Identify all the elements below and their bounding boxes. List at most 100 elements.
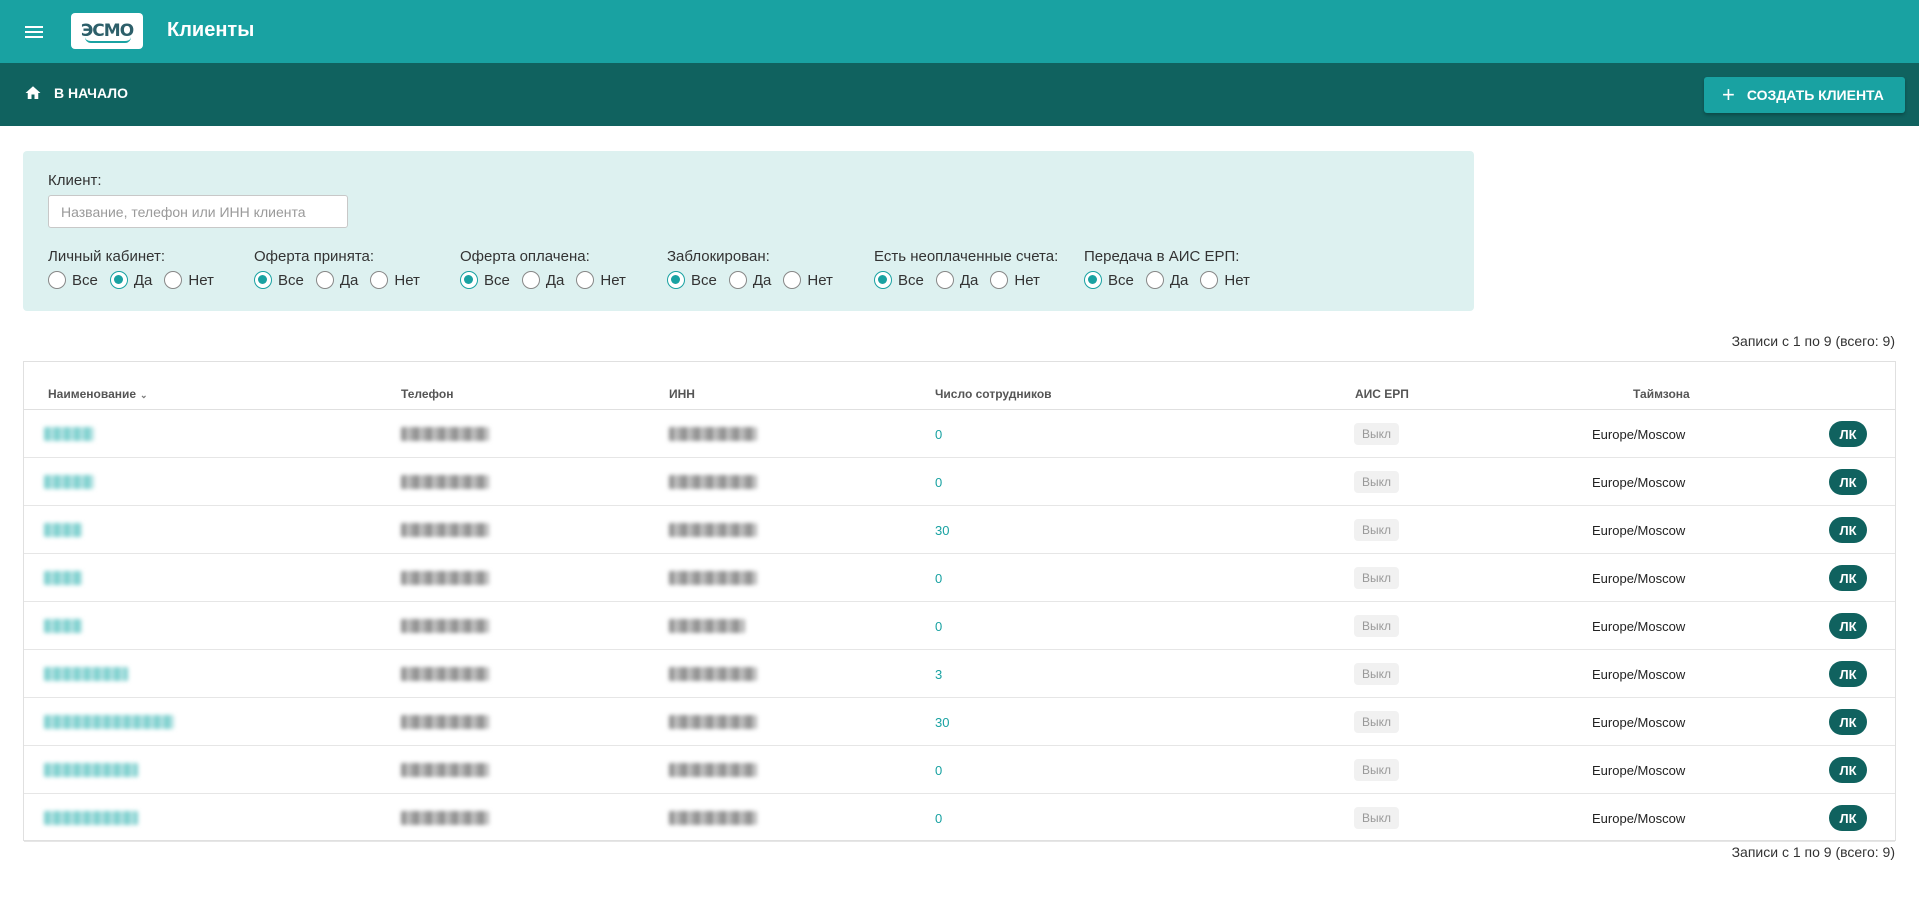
employees-count[interactable]: 0 bbox=[935, 458, 942, 506]
radio-circle[interactable] bbox=[164, 271, 183, 289]
phone-cell bbox=[401, 746, 489, 794]
radio-circle[interactable] bbox=[576, 271, 595, 289]
radio-option[interactable]: Все bbox=[874, 271, 924, 289]
radio-option[interactable]: Да bbox=[521, 271, 564, 289]
radio-option[interactable]: Да bbox=[315, 271, 358, 289]
radio-circle[interactable] bbox=[109, 271, 128, 289]
radio-option[interactable]: Все bbox=[48, 271, 98, 289]
radio-option[interactable]: Да bbox=[728, 271, 771, 289]
client-name-cell[interactable] bbox=[44, 506, 82, 554]
radio-option[interactable]: Да bbox=[109, 271, 152, 289]
logo-swoosh bbox=[85, 37, 131, 43]
lk-button[interactable]: ЛК bbox=[1829, 469, 1867, 495]
radio-circle[interactable] bbox=[370, 271, 389, 289]
table-row[interactable]: 0 Выкл Europe/Moscow ЛК bbox=[24, 746, 1895, 794]
employees-count[interactable]: 0 bbox=[935, 794, 942, 842]
radio-circle[interactable] bbox=[728, 271, 747, 289]
lk-button[interactable]: ЛК bbox=[1829, 565, 1867, 591]
create-client-button[interactable]: + СОЗДАТЬ КЛИЕНТА bbox=[1704, 77, 1905, 113]
sort-down-icon[interactable]: ⌄ bbox=[140, 390, 148, 401]
lk-button[interactable]: ЛК bbox=[1829, 805, 1867, 831]
client-name-cell[interactable] bbox=[44, 410, 94, 458]
radio-option[interactable]: Нет bbox=[370, 271, 420, 289]
app-bar: ЭСМО Клиенты bbox=[0, 0, 1919, 63]
radio-group-3: Заблокирован: Все Да Нет bbox=[667, 248, 845, 289]
timezone-cell: Europe/Moscow bbox=[1592, 570, 1686, 586]
radio-circle[interactable] bbox=[460, 271, 478, 289]
radio-circle[interactable] bbox=[521, 271, 540, 289]
menu-icon[interactable] bbox=[22, 20, 46, 44]
client-name-cell[interactable] bbox=[44, 554, 82, 602]
redacted-client-name[interactable] bbox=[44, 811, 138, 825]
radio-option[interactable]: Все bbox=[460, 271, 510, 289]
redacted-client-name[interactable] bbox=[44, 523, 82, 537]
table-row[interactable]: 30 Выкл Europe/Moscow ЛК bbox=[24, 506, 1895, 554]
table-row[interactable]: 30 Выкл Europe/Moscow ЛК bbox=[24, 698, 1895, 746]
radio-option[interactable]: Нет bbox=[783, 271, 833, 289]
employees-count[interactable]: 30 bbox=[935, 698, 949, 746]
employees-count[interactable]: 30 bbox=[935, 506, 949, 554]
radio-circle[interactable] bbox=[874, 271, 892, 289]
radio-option[interactable]: Нет bbox=[990, 271, 1040, 289]
client-name-cell[interactable] bbox=[44, 650, 128, 698]
radio-circle[interactable] bbox=[48, 271, 66, 289]
radio-option[interactable]: Все bbox=[667, 271, 717, 289]
client-name-cell[interactable] bbox=[44, 602, 82, 650]
client-name-cell[interactable] bbox=[44, 698, 174, 746]
client-name-cell[interactable] bbox=[44, 746, 138, 794]
radio-circle[interactable] bbox=[315, 271, 334, 289]
radio-option[interactable]: Все bbox=[1084, 271, 1134, 289]
table-row[interactable]: 0 Выкл Europe/Moscow ЛК bbox=[24, 602, 1895, 650]
redacted-client-name[interactable] bbox=[44, 571, 82, 585]
redacted-client-name[interactable] bbox=[44, 667, 128, 681]
table-row[interactable]: 0 Выкл Europe/Moscow ЛК bbox=[24, 554, 1895, 602]
employees-count[interactable]: 0 bbox=[935, 746, 942, 794]
radio-circle[interactable] bbox=[783, 271, 802, 289]
employees-count[interactable]: 0 bbox=[935, 602, 942, 650]
employees-count[interactable]: 0 bbox=[935, 554, 942, 602]
clients-table: Наименование ⌄ Телефон ИНН Число сотрудни… bbox=[23, 361, 1896, 842]
employees-count[interactable]: 0 bbox=[935, 410, 942, 458]
redacted-client-name[interactable] bbox=[44, 427, 94, 441]
table-row[interactable]: 0 Выкл Europe/Moscow ЛК bbox=[24, 458, 1895, 506]
lk-button[interactable]: ЛК bbox=[1829, 709, 1867, 735]
radio-option-label: Да bbox=[959, 271, 979, 289]
logo[interactable]: ЭСМО bbox=[71, 13, 143, 49]
radio-circle[interactable] bbox=[1084, 271, 1102, 289]
radio-circle[interactable] bbox=[1145, 271, 1164, 289]
erp-status-badge: Выкл bbox=[1354, 519, 1400, 541]
radio-circle[interactable] bbox=[1200, 271, 1219, 289]
redacted-client-name[interactable] bbox=[44, 715, 174, 729]
radio-option[interactable]: Все bbox=[254, 271, 304, 289]
table-row[interactable]: 0 Выкл Europe/Moscow ЛК bbox=[24, 794, 1895, 842]
redacted-client-name[interactable] bbox=[44, 763, 138, 777]
redacted-client-name[interactable] bbox=[44, 475, 94, 489]
radio-circle[interactable] bbox=[667, 271, 685, 289]
lk-button[interactable]: ЛК bbox=[1829, 517, 1867, 543]
timezone-cell: Europe/Moscow bbox=[1592, 666, 1686, 682]
lk-button[interactable]: ЛК bbox=[1829, 661, 1867, 687]
erp-cell: Выкл bbox=[1354, 698, 1400, 746]
radio-circle[interactable] bbox=[254, 271, 272, 289]
lk-button[interactable]: ЛК bbox=[1829, 421, 1867, 447]
erp-cell: Выкл bbox=[1354, 602, 1400, 650]
radio-circle[interactable] bbox=[935, 271, 954, 289]
home-link[interactable]: В НАЧАЛО bbox=[24, 84, 128, 102]
column-header-name[interactable]: Наименование ⌄ bbox=[48, 387, 148, 401]
radio-option[interactable]: Нет bbox=[1200, 271, 1250, 289]
table-row[interactable]: 0 Выкл Europe/Moscow ЛК bbox=[24, 410, 1895, 458]
client-name-cell[interactable] bbox=[44, 458, 94, 506]
client-search-input[interactable] bbox=[48, 195, 348, 228]
table-row[interactable]: 3 Выкл Europe/Moscow ЛК bbox=[24, 650, 1895, 698]
radio-circle[interactable] bbox=[990, 271, 1009, 289]
erp-cell: Выкл bbox=[1354, 458, 1400, 506]
client-name-cell[interactable] bbox=[44, 794, 138, 842]
radio-option[interactable]: Да bbox=[1145, 271, 1188, 289]
lk-button[interactable]: ЛК bbox=[1829, 613, 1867, 639]
radio-option[interactable]: Да bbox=[935, 271, 979, 289]
employees-count[interactable]: 3 bbox=[935, 650, 942, 698]
lk-button[interactable]: ЛК bbox=[1829, 757, 1867, 783]
radio-option[interactable]: Нет bbox=[576, 271, 626, 289]
redacted-client-name[interactable] bbox=[44, 619, 82, 633]
radio-option[interactable]: Нет bbox=[164, 271, 214, 289]
